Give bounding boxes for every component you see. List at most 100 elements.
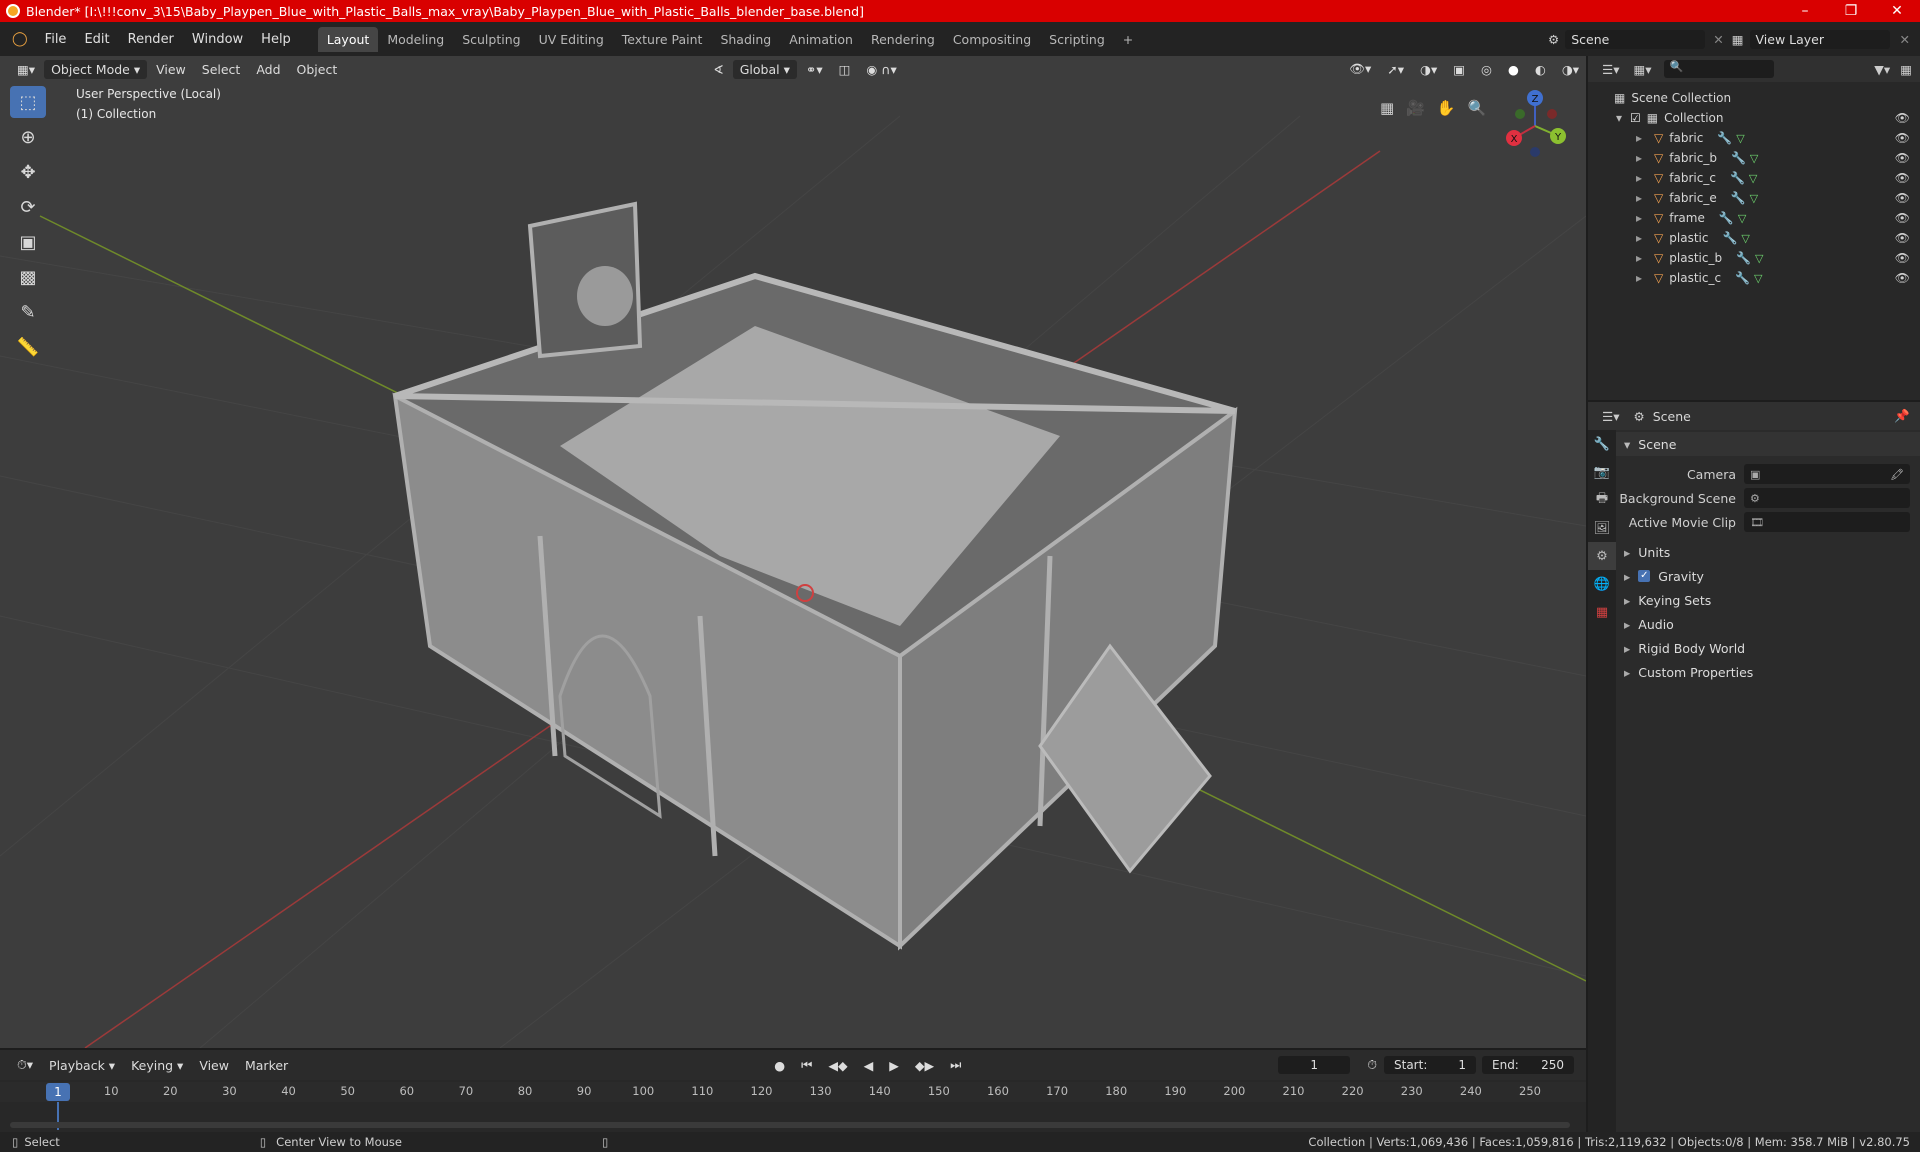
visibility-eye-icon[interactable]: 👁 — [1895, 211, 1910, 225]
scene-panel-header[interactable]: ▾ Scene — [1616, 432, 1920, 456]
view-layer-close-icon[interactable]: ✕ — [1900, 32, 1910, 47]
tab-animation[interactable]: Animation — [780, 27, 862, 52]
scene-selector[interactable]: Scene — [1565, 29, 1706, 49]
mesh-data-icon[interactable]: ▽ — [1738, 212, 1746, 225]
pivot-icon[interactable]: ⚭▾ — [799, 60, 830, 79]
property-section-header[interactable]: ▸ Keying Sets — [1616, 588, 1920, 612]
world-props-tab-icon[interactable]: 🌐 — [1588, 570, 1616, 598]
mesh-data-icon[interactable]: ▽ — [1755, 252, 1763, 265]
menu-help[interactable]: Help — [252, 32, 300, 47]
output-props-tab-icon[interactable]: 🖶 — [1588, 486, 1616, 514]
xray-icon[interactable]: ▣ — [1446, 60, 1472, 79]
mesh-data-icon[interactable]: ▽ — [1741, 232, 1749, 245]
mode-selector[interactable]: Object Mode ▾ — [44, 59, 148, 79]
playhead-indicator[interactable]: 1 — [46, 1083, 70, 1101]
outliner-editor-type-icon[interactable]: ☰▾ — [1602, 62, 1619, 77]
maximize-icon[interactable]: ❐ — [1828, 3, 1874, 19]
collection-checkbox[interactable]: ☑ — [1630, 111, 1641, 125]
property-section-header[interactable]: ▸ Rigid Body World — [1616, 636, 1920, 660]
wireframe-shading-icon[interactable]: ◎ — [1474, 60, 1499, 79]
current-frame-field[interactable]: 1 — [1278, 1056, 1351, 1074]
mesh-data-icon[interactable]: ▽ — [1750, 192, 1758, 205]
zoom-icon[interactable]: 🔍 — [1468, 99, 1487, 117]
camera-field[interactable]: ▣ 🖍 — [1744, 464, 1910, 484]
tab-layout[interactable]: Layout — [317, 26, 379, 52]
property-section-header[interactable]: ▸ ✓ Gravity — [1616, 564, 1920, 588]
tool-props-tab-icon[interactable]: 🔧 — [1588, 430, 1616, 458]
row-expand-icon[interactable]: ▸ — [1636, 231, 1642, 245]
property-section-header[interactable]: ▸ Audio — [1616, 612, 1920, 636]
minimize-icon[interactable]: – — [1782, 3, 1828, 19]
record-icon[interactable]: ● — [767, 1056, 792, 1075]
outliner-object-row[interactable]: ▸ ▽ fabric_c 🔧 ▽ 👁 — [1588, 168, 1920, 188]
menu-marker[interactable]: Marker — [238, 1056, 295, 1075]
axis-navigation-gizmo[interactable]: Z Y X — [1500, 86, 1570, 166]
row-expand-icon[interactable]: ▸ — [1636, 271, 1642, 285]
menu-file[interactable]: File — [36, 32, 76, 47]
measure-tool-icon[interactable]: 📏 — [10, 331, 46, 363]
modifier-wrench-icon[interactable]: 🔧 — [1730, 171, 1745, 185]
outliner-object-row[interactable]: ▸ ▽ fabric 🔧 ▽ 👁 — [1588, 128, 1920, 148]
tab-uv-editing[interactable]: UV Editing — [530, 27, 613, 52]
row-expand-icon[interactable]: ▸ — [1636, 131, 1642, 145]
snap-icon[interactable]: ◫ — [832, 60, 858, 79]
background-scene-field[interactable]: ⚙ — [1744, 488, 1910, 508]
pin-icon[interactable]: 📌 — [1894, 408, 1910, 424]
solid-shading-icon[interactable]: ● — [1501, 60, 1526, 79]
menu-keying[interactable]: Keying ▾ — [124, 1056, 190, 1075]
start-frame-field[interactable]: Start: 1 — [1384, 1056, 1476, 1074]
transform-tool-icon[interactable]: ▩ — [10, 261, 46, 293]
scale-tool-icon[interactable]: ▣ — [10, 226, 46, 258]
visibility-eye-icon[interactable]: 👁 — [1895, 251, 1910, 265]
timeline-editor-type-icon[interactable]: ⏱▾ — [10, 1055, 40, 1075]
rendered-shading-icon[interactable]: ◑▾ — [1555, 60, 1586, 79]
outliner-collection[interactable]: ▾ ☑ ▦ Collection 👁 — [1588, 108, 1920, 128]
visibility-eye-icon[interactable]: 👁 — [1895, 231, 1910, 245]
tab-modeling[interactable]: Modeling — [378, 27, 453, 52]
modifier-wrench-icon[interactable]: 🔧 — [1717, 131, 1732, 145]
display-mode-icon[interactable]: ▦▾ — [1633, 62, 1651, 77]
menu-playback[interactable]: Playback ▾ — [42, 1056, 122, 1075]
menu-timeline-view[interactable]: View — [192, 1056, 236, 1075]
menu-edit[interactable]: Edit — [75, 32, 118, 47]
row-expand-icon[interactable]: ▸ — [1636, 171, 1642, 185]
add-workspace-icon[interactable]: + — [1114, 27, 1142, 52]
material-shading-icon[interactable]: ◐ — [1528, 60, 1553, 79]
outliner-scene-collection[interactable]: ▦ Scene Collection — [1588, 88, 1920, 108]
transform-orientation-selector[interactable]: Global ▾ — [732, 59, 797, 79]
mesh-data-icon[interactable]: ▽ — [1750, 152, 1758, 165]
jump-keyframe-forward-icon[interactable]: ◆▶ — [908, 1056, 941, 1075]
mesh-data-icon[interactable]: ▽ — [1754, 272, 1762, 285]
overlay-toggle-icon[interactable]: ◑▾ — [1413, 60, 1444, 79]
mesh-data-icon[interactable]: ▽ — [1749, 172, 1757, 185]
toggle-perspective-icon[interactable]: ▦ — [1380, 99, 1394, 117]
play-reverse-icon[interactable]: ◀ — [857, 1056, 881, 1075]
play-icon[interactable]: ▶ — [882, 1056, 906, 1075]
close-icon[interactable]: ✕ — [1874, 3, 1920, 19]
rotate-tool-icon[interactable]: ⟳ — [10, 191, 46, 223]
scene-props-tab-icon[interactable]: ⚙ — [1588, 542, 1616, 570]
jump-start-icon[interactable]: ⏮ — [794, 1055, 819, 1075]
view-layer-props-tab-icon[interactable]: 🖼 — [1588, 514, 1616, 542]
modifier-wrench-icon[interactable]: 🔧 — [1719, 211, 1734, 225]
cursor-tool-icon[interactable]: ⊕ — [10, 121, 46, 153]
view-layer-selector[interactable]: View Layer — [1749, 29, 1890, 49]
expand-chevron-icon[interactable]: ▾ — [1616, 111, 1622, 125]
camera-view-icon[interactable]: 🎥 — [1406, 99, 1425, 117]
row-expand-icon[interactable]: ▸ — [1636, 211, 1642, 225]
property-section-header[interactable]: ▸ Custom Properties — [1616, 660, 1920, 684]
outliner-object-row[interactable]: ▸ ▽ plastic_c 🔧 ▽ 👁 — [1588, 268, 1920, 288]
visibility-eye-icon[interactable]: 👁 — [1895, 151, 1910, 165]
menu-render[interactable]: Render — [119, 32, 183, 47]
visibility-eye-icon[interactable]: 👁 — [1895, 131, 1910, 145]
viewport-menu-view[interactable]: View — [149, 60, 193, 79]
modifier-wrench-icon[interactable]: 🔧 — [1731, 191, 1746, 205]
visibility-eye-icon[interactable]: 👁 — [1895, 111, 1910, 125]
tab-scripting[interactable]: Scripting — [1040, 27, 1114, 52]
viewport-menu-add[interactable]: Add — [249, 60, 287, 79]
modifier-wrench-icon[interactable]: 🔧 — [1731, 151, 1746, 165]
jump-keyframe-back-icon[interactable]: ◀◆ — [821, 1056, 854, 1075]
properties-editor-type-icon[interactable]: ☰▾ — [1602, 409, 1619, 424]
gizmo-toggle-icon[interactable]: ➚▾ — [1380, 60, 1411, 79]
tab-texture-paint[interactable]: Texture Paint — [613, 27, 712, 52]
